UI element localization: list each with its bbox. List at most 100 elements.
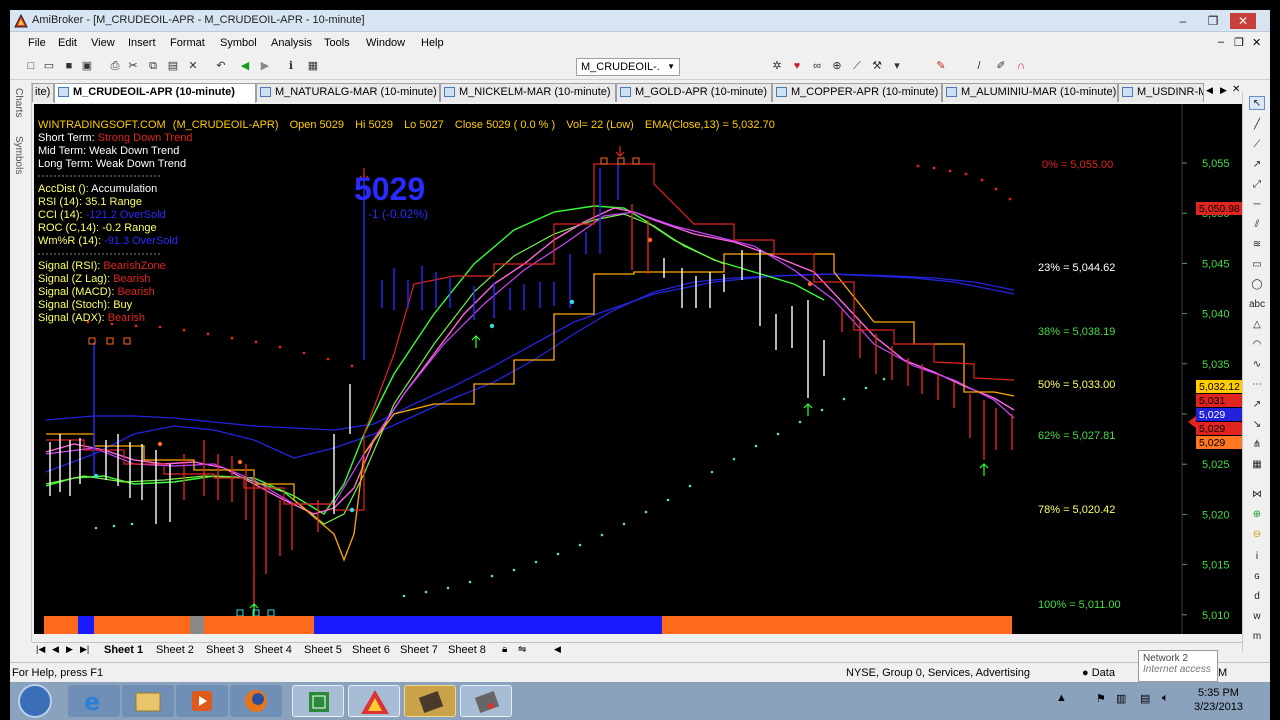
mdi-close-button[interactable]: ✕	[1252, 36, 1261, 49]
minimize-button[interactable]: –	[1170, 13, 1196, 29]
tray-show-icons-icon[interactable]: ▲	[1056, 692, 1067, 704]
arrow-down-icon[interactable]: ↘	[1249, 418, 1265, 432]
media-player-taskbar-icon[interactable]	[176, 685, 228, 717]
menu-symbol[interactable]: Symbol	[220, 37, 257, 49]
sheet-scroll-icon[interactable]: ⇋	[518, 644, 526, 655]
print-icon[interactable]: ⎙	[108, 59, 122, 73]
gear-icon[interactable]: ✲	[770, 59, 784, 73]
menu-format[interactable]: Format	[170, 37, 205, 49]
delta-tool-icon[interactable]: d	[1249, 590, 1265, 604]
sheet-tab-4[interactable]: Sheet 4	[254, 644, 292, 656]
sheet-tab-8[interactable]: Sheet 8	[448, 644, 486, 656]
prev-sheet-icon[interactable]: ◀	[52, 644, 59, 655]
start-button[interactable]	[18, 684, 52, 718]
grid-tool-icon[interactable]: ▦	[1249, 458, 1265, 472]
magnet-icon[interactable]: ∩	[1014, 59, 1028, 73]
flag-icon[interactable]: ⚑	[1096, 692, 1106, 705]
zoom-in-icon[interactable]: ⊕	[1249, 508, 1265, 522]
extended-line-icon[interactable]: ⤢	[1249, 178, 1265, 192]
mark-tool-icon[interactable]: m	[1249, 630, 1265, 644]
excel-taskbar-icon[interactable]	[292, 685, 344, 717]
pen-color-icon[interactable]: ✎	[934, 59, 948, 73]
tab-gold[interactable]: M_GOLD-APR (10-minute)	[616, 83, 772, 102]
tab-nickelm[interactable]: M_NICKELM-MAR (10-minute)	[440, 83, 616, 102]
ray-tool-icon[interactable]: ↗	[1249, 158, 1265, 172]
symbol-selector[interactable]: M_CRUDEOIL-. ▼	[576, 58, 680, 76]
tab-close-icon[interactable]: ✕	[1232, 84, 1240, 95]
volume-icon[interactable]: 🔈︎	[1162, 692, 1169, 705]
filter-icon[interactable]: ▾	[890, 59, 904, 73]
cycle-tool-icon[interactable]: ⋯	[1249, 378, 1265, 392]
explorer-taskbar-icon[interactable]	[122, 685, 174, 717]
undo-icon[interactable]: ↶	[214, 59, 228, 73]
menu-analysis[interactable]: Analysis	[271, 37, 312, 49]
heart-icon[interactable]: ♥	[790, 59, 804, 73]
sheet-tab-6[interactable]: Sheet 6	[352, 644, 390, 656]
tab-naturalg[interactable]: M_NATURALG-MAR (10-minute)	[256, 83, 440, 102]
gann-fan-icon[interactable]: ⋈	[1249, 488, 1265, 502]
tab-scroll-left-icon[interactable]: ◀	[1206, 85, 1213, 96]
info-icon[interactable]: ℹ	[284, 59, 298, 73]
forward-icon[interactable]: ▶	[258, 59, 272, 73]
tab-overflow[interactable]: ite)	[32, 83, 54, 102]
pencil-icon[interactable]: /	[972, 59, 986, 73]
save-all-icon[interactable]: ▣	[80, 59, 94, 73]
trend-line-icon[interactable]: ⟋	[1249, 138, 1265, 152]
open-folder-icon[interactable]: ▭	[42, 59, 56, 73]
info-tool-icon[interactable]: i	[1249, 550, 1265, 564]
symbols-side-tab[interactable]: Symbols	[13, 136, 24, 174]
network-icon[interactable]: ▥	[1116, 692, 1126, 705]
triangle-tool-icon[interactable]: △	[1249, 318, 1265, 332]
channel-tool-icon[interactable]: ⫽	[1249, 218, 1265, 232]
restore-button[interactable]: ❐	[1200, 13, 1226, 29]
scroll-left-icon[interactable]: ◀	[554, 644, 561, 655]
copy-icon[interactable]: ⧉	[146, 59, 160, 73]
arc-tool-icon[interactable]: ◠	[1249, 338, 1265, 352]
firefox-taskbar-icon[interactable]	[230, 685, 282, 717]
first-sheet-icon[interactable]: |◀	[36, 644, 45, 655]
charts-side-tab[interactable]: Charts	[13, 88, 24, 117]
arrow-up-icon[interactable]: ↗	[1249, 398, 1265, 412]
wave-tool-icon[interactable]: ∿	[1249, 358, 1265, 372]
menu-help[interactable]: Help	[421, 37, 444, 49]
tab-crudeoil[interactable]: M_CRUDEOIL-APR (10-minute)	[54, 83, 256, 103]
menu-edit[interactable]: Edit	[58, 37, 77, 49]
fibonacci-tool-icon[interactable]: ≋	[1249, 238, 1265, 252]
tab-scroll-right-icon[interactable]: ▶	[1220, 85, 1227, 96]
andrews-pitchfork-icon[interactable]: ⋔	[1249, 438, 1265, 452]
menu-view[interactable]: View	[91, 37, 115, 49]
zoom-out-icon[interactable]: ⊖	[1249, 528, 1265, 542]
close-button[interactable]: ✕	[1230, 13, 1256, 29]
tab-copper[interactable]: M_COPPER-APR (10-minute)	[772, 83, 942, 102]
internet-explorer-taskbar-icon[interactable]: e	[68, 685, 120, 717]
sheet-tab-2[interactable]: Sheet 2	[156, 644, 194, 656]
select-arrow-icon[interactable]: ↖	[1249, 96, 1265, 110]
next-sheet-icon[interactable]: ▶	[66, 644, 73, 655]
system-clock[interactable]: 5:35 PM 3/23/2013	[1194, 686, 1243, 714]
tools-icon[interactable]: ⚒	[870, 59, 884, 73]
sigma-tool-icon[interactable]: ɢ	[1249, 570, 1265, 584]
sheet-tab-7[interactable]: Sheet 7	[400, 644, 438, 656]
utility-taskbar-icon[interactable]	[460, 685, 512, 717]
crosshair-icon[interactable]: ⊕	[830, 59, 844, 73]
trading-app-taskbar-icon[interactable]	[404, 685, 456, 717]
line-tool-icon[interactable]: ╱	[1249, 118, 1265, 132]
last-sheet-icon[interactable]: ▶|	[80, 644, 89, 655]
text-tool-icon[interactable]: abc	[1249, 298, 1265, 312]
glasses-icon[interactable]: ∞	[810, 59, 824, 73]
new-file-icon[interactable]: □	[24, 59, 38, 73]
sheet-tab-1[interactable]: Sheet 1	[104, 644, 143, 656]
calendar-icon[interactable]: ▦	[306, 59, 320, 73]
paste-icon[interactable]: ▤	[166, 59, 180, 73]
sheet-tab-3[interactable]: Sheet 3	[206, 644, 244, 656]
save-icon[interactable]: ■	[62, 59, 76, 73]
brush-icon[interactable]: ✐	[994, 59, 1008, 73]
cut-icon[interactable]: ✂	[126, 59, 140, 73]
delete-icon[interactable]: ✕	[186, 59, 200, 73]
tab-usdinr[interactable]: M_USDINR-M	[1118, 83, 1204, 102]
menu-window[interactable]: Window	[366, 37, 405, 49]
horizontal-line-icon[interactable]: ─	[1249, 198, 1265, 212]
network-status-icon[interactable]: ▤	[1140, 692, 1150, 705]
price-chart[interactable]: 5,0555,0505,0455,0405,0355,0305,0255,020…	[34, 104, 1242, 653]
chart-canvas[interactable]: 5,0555,0505,0455,0405,0355,0305,0255,020…	[34, 104, 1242, 653]
